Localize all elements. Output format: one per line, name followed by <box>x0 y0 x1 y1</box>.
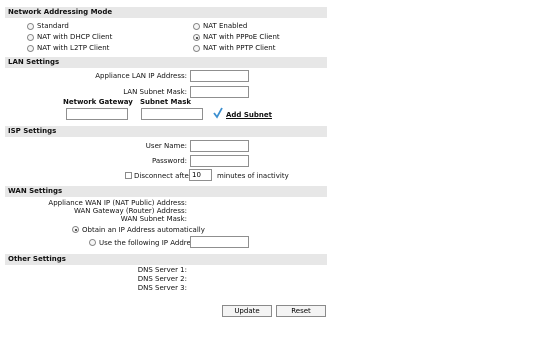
update-button[interactable]: Update <box>222 305 272 317</box>
lan-mask-input[interactable] <box>190 86 249 98</box>
wan-mask-label: WAN Subnet Mask: <box>120 215 187 223</box>
radio-nat-enabled[interactable] <box>193 23 200 30</box>
subnet-mask-column-header: Subnet Mask <box>140 98 192 106</box>
radio-use-following-ip[interactable] <box>89 239 96 246</box>
lan-ip-input[interactable] <box>190 70 249 82</box>
use-following-ip-label: Use the following IP Address: <box>99 239 201 247</box>
label-standard: Standard <box>37 22 69 30</box>
wan-settings-header: WAN Settings <box>5 186 327 197</box>
dns-server-1-label: DNS Server 1: <box>137 266 187 274</box>
subnet-mask-input[interactable] <box>141 108 203 120</box>
disconnect-checkbox[interactable] <box>125 172 132 179</box>
lan-mask-label: LAN Subnet Mask: <box>123 88 187 96</box>
network-gateway-input[interactable] <box>66 108 128 120</box>
network-addressing-header: Network Addressing Mode <box>5 7 327 18</box>
wan-ip-label: Appliance WAN IP (NAT Public) Address: <box>48 199 187 207</box>
radio-nat-pppoe[interactable] <box>193 34 200 41</box>
label-nat-l2tp: NAT with L2TP Client <box>37 44 110 52</box>
username-input[interactable] <box>190 140 249 152</box>
label-nat-enabled: NAT Enabled <box>203 22 248 30</box>
network-gateway-column-header: Network Gateway <box>63 98 133 106</box>
lan-settings-header: LAN Settings <box>5 57 327 68</box>
isp-settings-header: ISP Settings <box>5 126 327 137</box>
checkmark-icon <box>213 107 223 119</box>
wan-ip-input[interactable] <box>190 236 249 248</box>
add-subnet-link[interactable]: Add Subnet <box>226 111 272 119</box>
radio-nat-pptp[interactable] <box>193 45 200 52</box>
reset-button[interactable]: Reset <box>276 305 326 317</box>
radio-standard[interactable] <box>27 23 34 30</box>
label-nat-pptp: NAT with PPTP Client <box>203 44 276 52</box>
radio-nat-l2tp[interactable] <box>27 45 34 52</box>
radio-obtain-ip-auto[interactable] <box>72 226 79 233</box>
disconnect-minutes-input[interactable] <box>189 169 212 181</box>
disconnect-label: Disconnect after <box>134 172 192 180</box>
dns-server-3-label: DNS Server 3: <box>137 284 187 292</box>
password-input[interactable] <box>190 155 249 167</box>
inactivity-label: minutes of inactivity <box>217 172 289 180</box>
label-nat-pppoe: NAT with PPPoE Client <box>203 33 280 41</box>
radio-nat-dhcp[interactable] <box>27 34 34 41</box>
dns-server-2-label: DNS Server 2: <box>137 275 187 283</box>
obtain-ip-auto-label: Obtain an IP Address automatically <box>82 226 205 234</box>
label-nat-dhcp: NAT with DHCP Client <box>37 33 113 41</box>
other-settings-header: Other Settings <box>5 254 327 265</box>
password-label: Password: <box>151 157 187 165</box>
username-label: User Name: <box>145 142 187 150</box>
lan-ip-label: Appliance LAN IP Address: <box>95 72 187 80</box>
wan-gateway-label: WAN Gateway (Router) Address: <box>73 207 187 215</box>
